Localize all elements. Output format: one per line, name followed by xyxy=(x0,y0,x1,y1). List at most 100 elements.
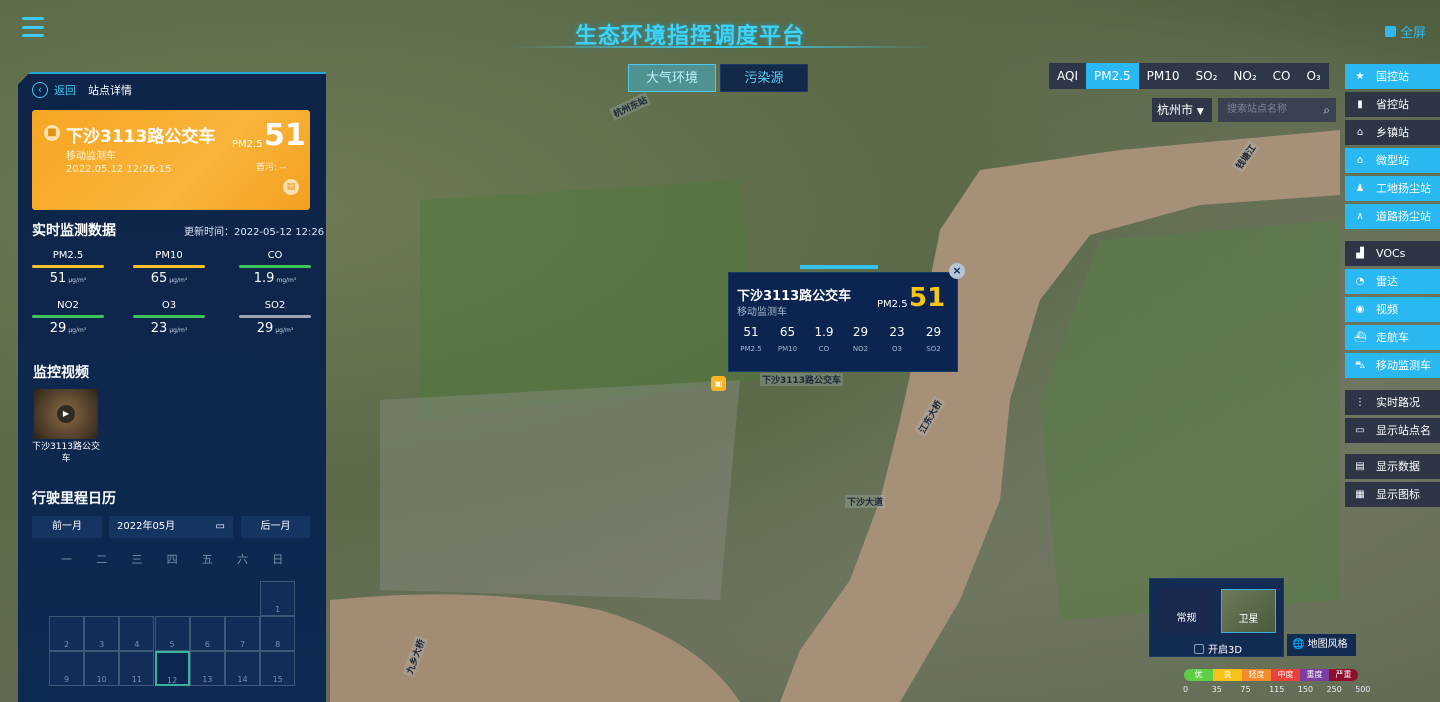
popup-pollutant: 1.9 CO xyxy=(806,325,842,353)
sidebar-item-10[interactable]: ⛍ 移动监测车 xyxy=(1345,353,1440,378)
sidebar-item-6[interactable]: ▟ VOCs xyxy=(1345,241,1440,266)
map-label: 下沙大道 xyxy=(845,495,886,508)
search-input[interactable]: 搜索站点名称 ⌕ xyxy=(1218,98,1336,122)
close-icon[interactable]: × xyxy=(949,263,965,279)
play-icon[interactable]: ▶ xyxy=(57,405,75,423)
pollutant-tab[interactable]: CO xyxy=(1265,63,1299,89)
pollutant-tab[interactable]: AQI xyxy=(1049,63,1086,89)
popup-pollutant-name: CO xyxy=(818,345,830,353)
fullscreen-button[interactable]: 全屏 xyxy=(1384,22,1426,41)
back-button[interactable]: ‹ 返回 站点详情 xyxy=(32,82,132,98)
calendar-day[interactable]: 11 xyxy=(119,651,155,687)
video-caption: 下沙3113路公交车 xyxy=(32,442,100,464)
sidebar-item-7[interactable]: ◔ 雷达 xyxy=(1345,269,1440,294)
detail-icon[interactable]: ▤ xyxy=(283,179,299,195)
breadcrumb: 站点详情 xyxy=(88,84,132,97)
pollutant-pm2.5: PM2.5 51 μg/m³ xyxy=(32,250,104,286)
sidebar-item-label: 视频 xyxy=(1376,303,1398,316)
map-type-switch: 常规 卫星 开启3D xyxy=(1149,578,1284,657)
sidebar-item-9[interactable]: ⛴ 走航车 xyxy=(1345,325,1440,350)
prev-month-button[interactable]: 前一月 xyxy=(32,516,102,538)
weekday-label: 三 xyxy=(131,553,143,566)
toggle-3d[interactable]: 开启3D xyxy=(1194,641,1242,656)
weekday-label: 四 xyxy=(166,553,178,566)
next-month-button[interactable]: 后一月 xyxy=(241,516,310,538)
search-icon[interactable]: ⌕ xyxy=(1323,98,1330,122)
tab-pollution-source[interactable]: 污染源 xyxy=(720,64,808,92)
popup-metric-label: PM2.5 xyxy=(877,299,908,310)
pollutant-tab[interactable]: NO₂ xyxy=(1225,63,1264,89)
legend-level: 严重 xyxy=(1329,669,1358,681)
month-picker[interactable]: 2022年05月 ▭ xyxy=(109,516,233,538)
calendar-day[interactable]: 4 xyxy=(119,616,155,652)
calendar-day[interactable]: 7 xyxy=(225,616,260,652)
sidebar-item-14[interactable]: ▦ 显示图标 xyxy=(1345,482,1440,507)
calendar-day[interactable]: 9 xyxy=(49,651,84,687)
sidebar-item-13[interactable]: ▤ 显示数据 xyxy=(1345,454,1440,479)
sidebar-item-11[interactable]: ⋮ 实时路况 xyxy=(1345,390,1440,415)
sidebar-item-8[interactable]: ◉ 视频 xyxy=(1345,297,1440,322)
popup-pollutant-name: O3 xyxy=(892,345,902,353)
map-type-satellite[interactable]: 卫星 xyxy=(1221,589,1276,633)
bus-marker-icon[interactable]: ▣ xyxy=(711,376,726,391)
pollutant-tab[interactable]: PM2.5 xyxy=(1085,63,1139,89)
sidebar-item-0[interactable]: ★ 国控站 xyxy=(1345,64,1440,89)
map-style-button[interactable]: 🌐 地图风格 xyxy=(1287,634,1356,656)
pollutant-so2: SO2 29 μg/m³ xyxy=(239,300,311,336)
sidebar-item-label: 实时路况 xyxy=(1376,396,1420,409)
car-icon: ⛍ xyxy=(1354,360,1366,371)
pollutant-value: 29 μg/m³ xyxy=(49,321,87,336)
calendar-day[interactable]: 5 xyxy=(154,616,190,652)
sidebar-item-12[interactable]: ▭ 显示站点名 xyxy=(1345,418,1440,443)
toggle-3d-label: 开启3D xyxy=(1208,645,1243,656)
sidebar-item-1[interactable]: ▮ 省控站 xyxy=(1345,92,1440,117)
map-label: 下沙3113路公交车 xyxy=(760,373,844,386)
pollutant-tab[interactable]: O₃ xyxy=(1298,63,1328,89)
popup-pollutant-value: 23 xyxy=(889,325,905,339)
popup-station-name: 下沙3113路公交车 xyxy=(737,289,852,304)
calendar-day[interactable]: 2 xyxy=(49,616,84,652)
station-type: 移动监测车 xyxy=(66,151,116,162)
sidebar-item-label: 乡镇站 xyxy=(1376,126,1409,139)
map-type-normal[interactable]: 常规 xyxy=(1159,589,1214,633)
checkbox-3d[interactable] xyxy=(1194,643,1204,654)
sidebar-item-label: 国控站 xyxy=(1376,70,1409,83)
calendar-day[interactable]: 13 xyxy=(189,651,225,687)
popup-pollutant-name: NO2 xyxy=(852,345,869,353)
calendar-day[interactable]: 3 xyxy=(84,616,120,652)
calendar-day[interactable]: 15 xyxy=(260,651,296,687)
sidebar-item-4[interactable]: ♟ 工地扬尘站 xyxy=(1345,176,1440,201)
popup-pollutant-value: 65 xyxy=(779,325,796,339)
calendar-day[interactable]: 10 xyxy=(84,651,120,687)
pollutant-level-bar xyxy=(239,265,311,268)
sidebar-item-5[interactable]: ∧ 道路扬尘站 xyxy=(1345,204,1440,229)
weekday-label: 五 xyxy=(201,553,213,566)
pollutant-value: 1.9 mg/m³ xyxy=(253,271,297,286)
camera-icon: ◉ xyxy=(1355,304,1365,315)
bank-icon: ⌂ xyxy=(1356,127,1364,138)
weekday-label: 日 xyxy=(272,553,284,566)
calendar-day[interactable]: 14 xyxy=(225,651,260,687)
popup-station-type: 移动监测车 xyxy=(737,307,787,318)
fullscreen-label: 全屏 xyxy=(1399,26,1426,41)
legend-tick: 250 xyxy=(1326,685,1342,694)
calendar-day[interactable]: 6 xyxy=(189,616,225,652)
tab-air-environment[interactable]: 大气环境 xyxy=(628,64,716,92)
sidebar-item-2[interactable]: ⌂ 乡镇站 xyxy=(1345,120,1440,145)
calendar-icon: ▭ xyxy=(215,521,225,532)
metric-label: PM2.5 xyxy=(232,139,263,150)
city-select[interactable]: 杭州市 ▼ xyxy=(1152,98,1212,122)
sidebar-item-3[interactable]: ⌂ 微型站 xyxy=(1345,148,1440,173)
pollutant-tab[interactable]: PM10 xyxy=(1139,63,1188,89)
pollutant-value: 51 μg/m³ xyxy=(49,271,87,286)
legend-level: 中度 xyxy=(1271,669,1300,681)
pollutant-tab[interactable]: SO₂ xyxy=(1188,63,1226,89)
calendar-day[interactable]: 12 xyxy=(154,651,190,687)
calendar-day[interactable]: 1 xyxy=(260,581,296,616)
calendar-day[interactable]: 8 xyxy=(260,616,296,652)
chevron-left-icon: ‹ xyxy=(32,82,48,98)
legend-level: 轻度 xyxy=(1242,669,1271,681)
legend-tick: 35 xyxy=(1211,685,1222,694)
sidebar-item-label: 显示站点名 xyxy=(1376,424,1431,437)
video-thumbnail[interactable]: ▶ xyxy=(34,389,98,439)
